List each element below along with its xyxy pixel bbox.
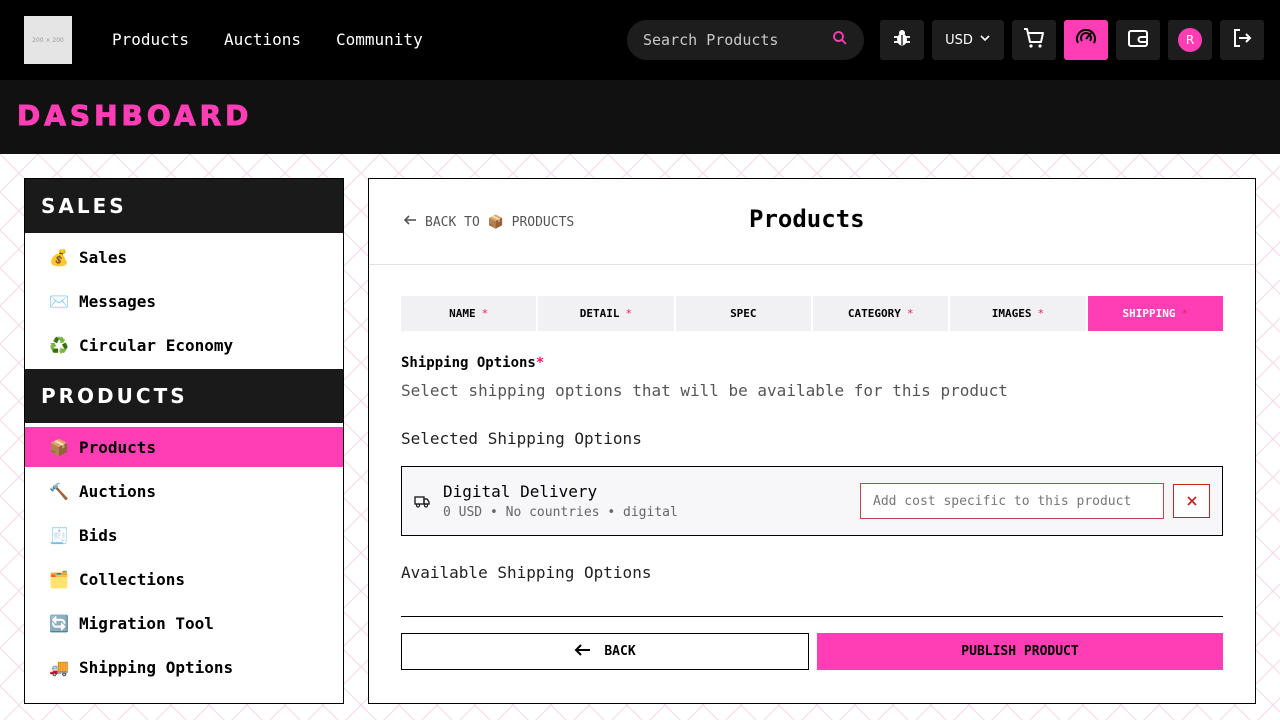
shipping-option-name: Digital Delivery: [443, 482, 598, 501]
search-input[interactable]: [643, 31, 813, 49]
bug-report-button[interactable]: [880, 20, 924, 60]
avatar: R: [1178, 28, 1202, 52]
nav-link-auctions[interactable]: Auctions: [224, 30, 301, 49]
cart-icon: [1022, 26, 1046, 54]
nav-link-products[interactable]: Products: [112, 30, 189, 49]
shipping-options-help: Select shipping options that will be ava…: [401, 381, 1008, 400]
form-tabs: Name * Detail * Spec Category * Images *…: [401, 296, 1223, 331]
tab-shipping[interactable]: Shipping *: [1087, 296, 1223, 331]
tab-label: Detail: [579, 307, 620, 320]
search-icon[interactable]: [832, 30, 848, 50]
back-button[interactable]: Back: [401, 633, 809, 670]
page-title: DASHBOARD: [16, 99, 253, 133]
sidebar-item-label: Messages: [79, 291, 157, 311]
tab-label: Name: [449, 307, 476, 320]
tab-label: Spec: [730, 307, 757, 320]
site-logo[interactable]: 200 × 200: [24, 16, 72, 64]
refresh-icon: 🔄: [49, 613, 69, 633]
sidebar-item-auctions[interactable]: 🔨 Auctions: [25, 471, 343, 511]
tab-label: Category: [847, 307, 901, 320]
tab-name[interactable]: Name *: [401, 296, 537, 331]
product-cost-input[interactable]: [860, 483, 1164, 519]
publish-product-button[interactable]: Publish Product: [817, 633, 1223, 670]
sidebar-item-sales[interactable]: 💰 Sales: [25, 237, 343, 277]
panel-title: Products: [749, 205, 865, 233]
divider: [401, 616, 1223, 617]
cart-button[interactable]: [1012, 20, 1056, 60]
sidebar-item-shipping-options[interactable]: 🚚 Shipping Options: [25, 647, 343, 687]
card-index-icon: 🗂️: [49, 569, 69, 589]
sidebar-section-title-products: PRODUCTS: [25, 369, 343, 423]
logout-icon: [1231, 27, 1253, 53]
available-shipping-heading: Available Shipping Options: [401, 563, 652, 582]
envelope-icon: ✉️: [49, 291, 69, 311]
tab-images[interactable]: Images *: [950, 296, 1086, 331]
required-mark: *: [906, 307, 914, 320]
sidebar-item-products[interactable]: 📦 Products: [25, 427, 343, 467]
sidebar-item-label: Products: [79, 437, 157, 457]
search-bar: [627, 20, 864, 60]
receipt-icon: 🧾: [49, 525, 69, 545]
required-mark: *: [1037, 307, 1045, 320]
wallet-button[interactable]: [1116, 20, 1160, 60]
logo-placeholder-text: 200 × 200: [32, 36, 64, 44]
back-to-products-link[interactable]: Back to 📦 Products: [403, 213, 574, 231]
selected-shipping-heading: Selected Shipping Options: [401, 429, 642, 448]
dashboard-button[interactable]: [1064, 20, 1108, 60]
dashboard-gauge-icon: [1074, 26, 1098, 54]
tab-label: Shipping: [1122, 307, 1176, 320]
close-icon: [1186, 492, 1198, 511]
arrow-left-icon: [574, 643, 592, 661]
truck-icon: 🚚: [49, 657, 69, 677]
required-mark: *: [535, 355, 545, 371]
sidebar-item-messages[interactable]: ✉️ Messages: [25, 281, 343, 321]
currency-value: USD: [945, 32, 973, 48]
truck-icon: [414, 493, 430, 512]
tab-category[interactable]: Category *: [812, 296, 949, 331]
arrow-left-icon: [403, 213, 417, 231]
shipping-option-meta: 0 USD • No countries • digital: [443, 505, 678, 520]
bug-icon: [892, 28, 912, 52]
tab-spec[interactable]: Spec: [675, 296, 811, 331]
chevron-down-icon: [979, 32, 991, 48]
remove-shipping-option-button[interactable]: [1173, 484, 1210, 518]
panel-header: Back to 📦 Products Products: [369, 179, 1255, 265]
sidebar-item-label: Shipping Options: [79, 657, 234, 677]
shipping-options-label: Shipping Options*: [401, 355, 544, 371]
sidebar-item-label: Migration Tool: [79, 613, 214, 633]
sidebar-item-label: Collections: [79, 569, 185, 589]
sidebar-item-collections[interactable]: 🗂️ Collections: [25, 559, 343, 599]
selected-shipping-option: Digital Delivery 0 USD • No countries • …: [401, 466, 1223, 536]
currency-selector[interactable]: USD: [932, 20, 1004, 60]
sidebar-item-label: Auctions: [79, 481, 157, 501]
back-link-label: Back to 📦 Products: [425, 214, 575, 230]
hammer-icon: 🔨: [49, 481, 69, 501]
required-mark: *: [625, 307, 633, 320]
sidebar-item-bids[interactable]: 🧾 Bids: [25, 515, 343, 555]
product-editor-panel: Back to 📦 Products Products Name * Detai…: [368, 178, 1256, 704]
tab-label: Images: [991, 307, 1032, 320]
sidebar-item-migration-tool[interactable]: 🔄 Migration Tool: [25, 603, 343, 643]
wallet-icon: [1127, 27, 1149, 53]
user-menu-button[interactable]: R: [1168, 20, 1212, 60]
recycle-icon: ♻️: [49, 335, 69, 355]
back-button-label: Back: [604, 644, 636, 659]
money-bag-icon: 💰: [49, 247, 69, 267]
sidebar-item-label: Sales: [79, 247, 128, 267]
required-mark: *: [1181, 307, 1189, 320]
top-navbar: 200 × 200 Products Auctions Community US…: [0, 0, 1280, 80]
tab-detail[interactable]: Detail *: [538, 296, 674, 331]
field-label-text: Shipping Options: [401, 355, 536, 371]
sidebar-item-circular-economy[interactable]: ♻️ Circular Economy: [25, 325, 343, 365]
sidebar-item-label: Circular Economy: [79, 335, 234, 355]
sidebar-section-title-sales: SALES: [25, 179, 343, 233]
sidebar-item-label: Bids: [79, 525, 118, 545]
package-icon: 📦: [49, 437, 69, 457]
sidebar: SALES 💰 Sales ✉️ Messages ♻️ Circular Ec…: [24, 178, 344, 704]
required-mark: *: [481, 307, 489, 320]
nav-link-community[interactable]: Community: [336, 30, 423, 49]
logout-button[interactable]: [1220, 20, 1264, 60]
